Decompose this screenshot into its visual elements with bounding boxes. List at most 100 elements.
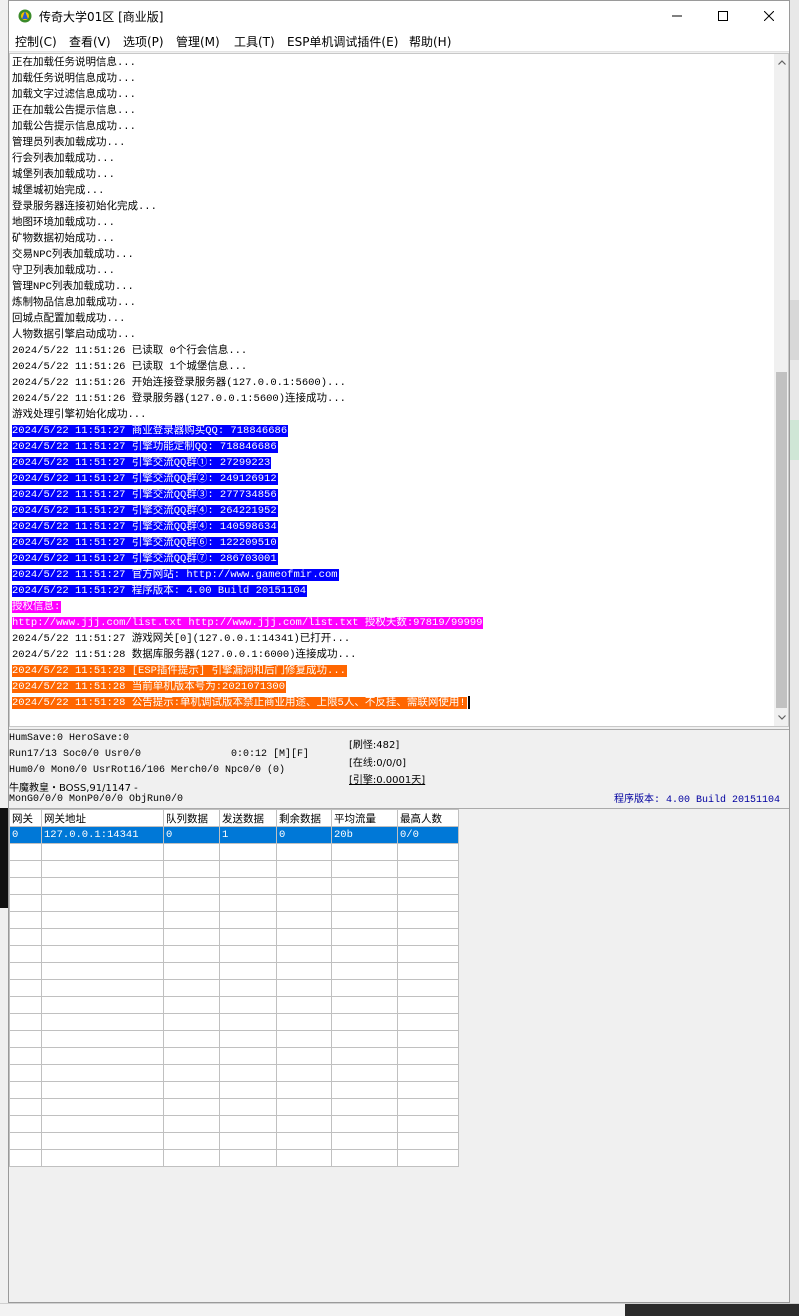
log-line: 登录服务器连接初始化完成... [12, 199, 774, 215]
minimize-button[interactable] [654, 1, 700, 31]
table-cell [276, 1149, 332, 1167]
table-cell [331, 1149, 398, 1167]
log-line: http://www.jjj.com/list.txt http://www.j… [12, 615, 774, 631]
table-cell [163, 877, 220, 895]
table-header-row: 网关 网关地址 队列数据 发送数据 剩余数据 平均流量 最高人数 [9, 809, 459, 827]
desktop-strip-block [790, 300, 799, 360]
table-cell [331, 1132, 398, 1150]
table-cell [276, 843, 332, 861]
table-row-empty[interactable] [9, 1098, 459, 1116]
table-cell [41, 928, 164, 946]
table-cell [163, 979, 220, 997]
table-row-empty[interactable] [9, 894, 459, 912]
table-row-empty[interactable] [9, 843, 459, 861]
table-row-empty[interactable] [9, 1149, 459, 1167]
menu-bar: 控制(C) 查看(V) 选项(P) 管理(M) 工具(T) ESP单机调试插件(… [9, 31, 789, 52]
log-line: 2024/5/22 11:51:28 数据库服务器(127.0.0.1:6000… [12, 647, 774, 663]
table-row-empty[interactable] [9, 1132, 459, 1150]
table-cell [163, 1030, 220, 1048]
table-row-empty[interactable] [9, 979, 459, 997]
scroll-down-button[interactable] [774, 709, 788, 726]
table-cell [397, 1098, 459, 1116]
col-header-gateway-address[interactable]: 网关地址 [41, 809, 164, 827]
log-line-text: 2024/5/22 11:51:27 程序版本: 4.00 Build 2015… [12, 585, 308, 597]
scroll-thumb[interactable] [776, 372, 787, 708]
log-line-text: 加载文字过滤信息成功... [12, 89, 136, 101]
desktop-background-bottom [0, 1303, 799, 1316]
table-row-empty[interactable] [9, 1030, 459, 1048]
table-cell [41, 1098, 164, 1116]
menu-options[interactable]: 选项(P) [123, 33, 164, 50]
table-cell [41, 979, 164, 997]
col-header-remaining-data[interactable]: 剩余数据 [276, 809, 332, 827]
col-header-gateway[interactable]: 网关 [9, 809, 42, 827]
table-cell [9, 962, 42, 980]
log-line-text: 管理员列表加载成功... [12, 137, 126, 149]
table-row-empty[interactable] [9, 962, 459, 980]
table-row-empty[interactable] [9, 1047, 459, 1065]
menu-control[interactable]: 控制(C) [15, 33, 57, 50]
table-row[interactable]: 0 127.0.0.1:14341 0 1 0 20b 0/0 [9, 826, 459, 844]
log-line: 矿物数据初始成功... [12, 231, 774, 247]
table-cell [219, 1064, 277, 1082]
menu-help[interactable]: 帮助(H) [409, 33, 451, 50]
table-row-empty[interactable] [9, 911, 459, 929]
table-cell [163, 1098, 220, 1116]
log-line-text: 2024/5/22 11:51:27 引擎交流QQ群⑥: 122209510 [12, 537, 278, 549]
title-bar[interactable]: 传奇大学01区 [商业版] [9, 1, 789, 31]
table-cell: 0 [163, 826, 220, 844]
log-line-text: 管理NPC列表加载成功... [12, 281, 134, 293]
table-cell [331, 996, 398, 1014]
table-row-empty[interactable] [9, 945, 459, 963]
table-cell [41, 996, 164, 1014]
col-header-average-traffic[interactable]: 平均流量 [331, 809, 398, 827]
col-header-sent-data[interactable]: 发送数据 [219, 809, 277, 827]
table-cell [331, 1081, 398, 1099]
table-cell [331, 928, 398, 946]
log-line: 授权信息: [12, 599, 774, 615]
table-cell [219, 945, 277, 963]
table-cell [219, 996, 277, 1014]
table-cell [219, 1149, 277, 1167]
table-row-empty[interactable] [9, 1013, 459, 1031]
col-header-max-users[interactable]: 最高人数 [397, 809, 459, 827]
scroll-up-button[interactable] [774, 54, 788, 71]
close-button[interactable] [746, 1, 792, 31]
maximize-button[interactable] [700, 1, 746, 31]
table-cell [219, 1047, 277, 1065]
log-line: 2024/5/22 11:51:27 引擎交流QQ群④: 140598634 [12, 519, 774, 535]
table-cell [41, 1115, 164, 1133]
col-header-queue-data[interactable]: 队列数据 [163, 809, 220, 827]
table-row-empty[interactable] [9, 860, 459, 878]
table-cell [163, 996, 220, 1014]
desktop-green-terminal-strip [0, 808, 8, 908]
log-line-text: http://www.jjj.com/list.txt http://www.j… [12, 617, 484, 629]
table-row-empty[interactable] [9, 877, 459, 895]
log-line-text: 行会列表加载成功... [12, 153, 115, 165]
table-row-empty[interactable] [9, 1115, 459, 1133]
log-line-text: 炼制物品信息加载成功... [12, 297, 136, 309]
menu-view[interactable]: 查看(V) [69, 33, 111, 50]
table-cell [219, 1115, 277, 1133]
app-window: 传奇大学01区 [商业版] 控制(C) 查看(V) 选项(P) 管理(M) 工具… [8, 0, 790, 1303]
table-row-empty[interactable] [9, 1064, 459, 1082]
menu-manage[interactable]: 管理(M) [176, 33, 220, 50]
table-cell [9, 1098, 42, 1116]
menu-esp-plugin[interactable]: ESP单机调试插件(E) [287, 33, 398, 50]
table-row-empty[interactable] [9, 928, 459, 946]
table-cell [163, 860, 220, 878]
table-cell [276, 894, 332, 912]
table-cell [163, 1064, 220, 1082]
menu-tools[interactable]: 工具(T) [234, 33, 275, 50]
log-line-text: 人物数据引擎启动成功... [12, 329, 136, 341]
log-line: 2024/5/22 11:51:27 引擎交流QQ群③: 277734856 [12, 487, 774, 503]
log-line: 城堡列表加载成功... [12, 167, 774, 183]
table-cell [163, 843, 220, 861]
table-row-empty[interactable] [9, 1081, 459, 1099]
table-row-empty[interactable] [9, 996, 459, 1014]
log-memo[interactable]: 正在加载任务说明信息... 加载任务说明信息成功... 加载文字过滤信息成功... 正… [9, 53, 789, 727]
scroll-down-icon [777, 715, 786, 720]
vertical-scrollbar[interactable] [774, 54, 788, 726]
log-line: 管理NPC列表加载成功... [12, 279, 774, 295]
table-cell [163, 1132, 220, 1150]
